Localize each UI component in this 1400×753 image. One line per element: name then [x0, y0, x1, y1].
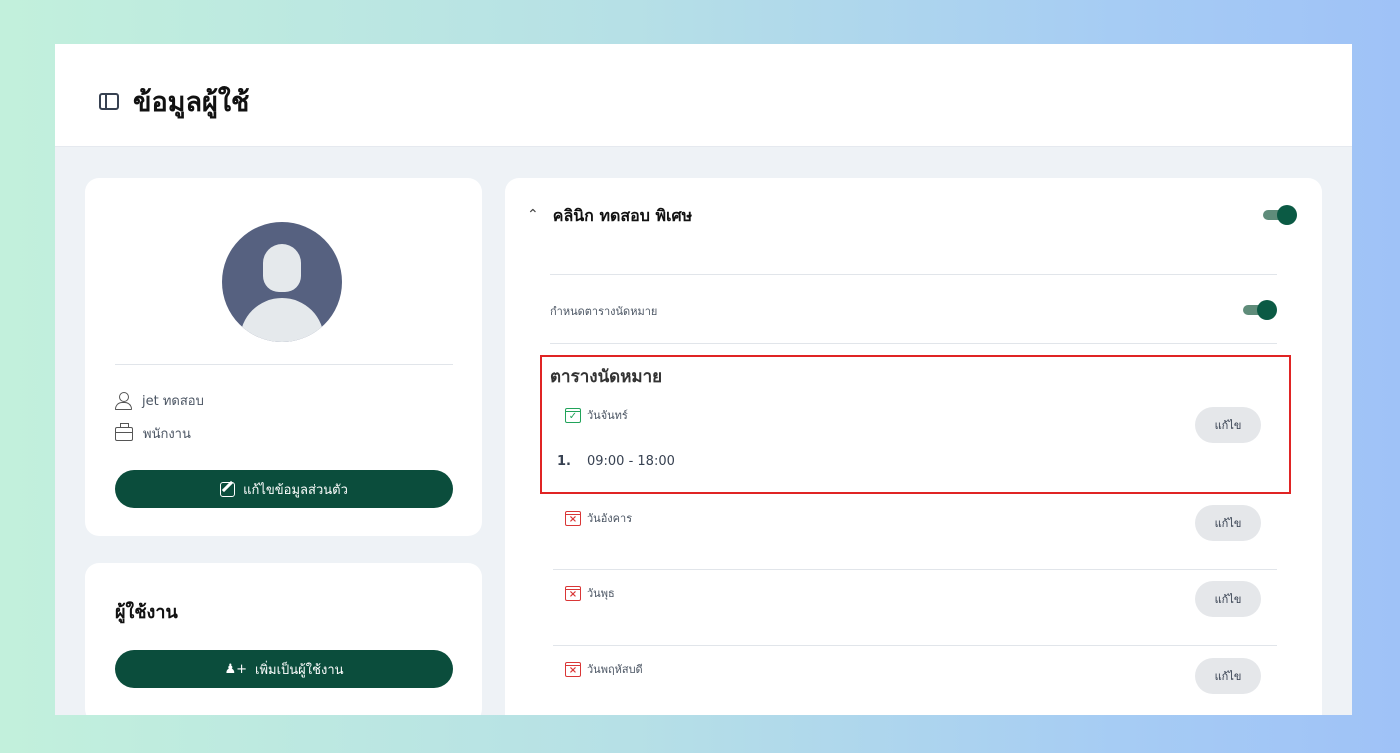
profile-divider [115, 364, 453, 365]
profile-card: jet ทดสอบ พนักงาน แก้ไขข้อมูลส่วนตัว [85, 178, 482, 536]
calendar-x-icon: × [565, 661, 581, 677]
add-user-icon: ♟+ [224, 661, 248, 677]
schedule-toggle[interactable] [1243, 300, 1277, 320]
add-user-button[interactable]: ♟+ เพิ่มเป็นผู้ใช้งาน [115, 650, 453, 688]
sidebar-icon[interactable] [99, 93, 119, 110]
edit-monday-button[interactable]: แก้ไข [1195, 407, 1261, 443]
day-divider [553, 569, 1277, 570]
users-title: ผู้ใช้งาน [115, 602, 178, 623]
day-label: วันพฤหัสบดี [587, 663, 643, 676]
briefcase-icon [115, 422, 133, 441]
day-label: วันอังคาร [587, 512, 633, 525]
profile-role-row: พนักงาน [115, 422, 191, 444]
clinic-name: คลินิก ทดสอบ พิเศษ [552, 206, 693, 225]
day-row-tuesday: × วันอังคาร [565, 509, 632, 527]
add-user-label: เพิ่มเป็นผู้ใช้งาน [255, 662, 344, 678]
time-slot-index: 1. [557, 454, 571, 469]
calendar-x-icon: × [565, 510, 581, 526]
page-title-area: ข้อมูลผู้ใช้ [99, 80, 249, 123]
users-card: ผู้ใช้งาน ♟+ เพิ่มเป็นผู้ใช้งาน [85, 563, 482, 715]
page-title: ข้อมูลผู้ใช้ [133, 87, 250, 118]
clinic-toggle[interactable] [1263, 205, 1297, 225]
calendar-check-icon: ✓ [565, 407, 581, 423]
time-slot: 1. 09:00 - 18:00 [557, 454, 675, 469]
top-bar: ข้อมูลผู้ใช้ [55, 44, 1352, 147]
clinic-header[interactable]: ⌃ คลินิก ทดสอบ พิเศษ [527, 204, 692, 229]
person-icon [115, 392, 132, 410]
app-window: ข้อมูลผู้ใช้ jet ทดสอบ พนักงาน แก้ไขข้อม… [55, 44, 1352, 715]
schedule-setting-label: กำหนดตารางนัดหมาย [550, 305, 658, 318]
edit-icon [220, 481, 236, 497]
time-slot-range: 09:00 - 18:00 [586, 454, 675, 469]
clinic-card: ⌃ คลินิก ทดสอบ พิเศษ กำหนดตารางนัดหมาย ต… [505, 178, 1322, 715]
edit-thursday-button[interactable]: แก้ไข [1195, 658, 1261, 694]
edit-tuesday-button[interactable]: แก้ไข [1195, 505, 1261, 541]
schedule-divider [550, 343, 1277, 344]
avatar [222, 222, 342, 342]
day-divider [553, 645, 1277, 646]
profile-name: jet ทดสอบ [142, 394, 204, 409]
day-row-wednesday: × วันพุธ [565, 584, 615, 602]
edit-profile-button[interactable]: แก้ไขข้อมูลส่วนตัว [115, 470, 453, 508]
chevron-up-icon[interactable]: ⌃ [527, 207, 539, 223]
day-row-monday: ✓ วันจันทร์ [565, 406, 628, 424]
schedule-title: ตารางนัดหมาย [550, 367, 663, 387]
edit-profile-label: แก้ไขข้อมูลส่วนตัว [243, 482, 348, 498]
day-label: วันพุธ [587, 587, 615, 600]
calendar-x-icon: × [565, 585, 581, 601]
day-row-thursday: × วันพฤหัสบดี [565, 660, 643, 678]
clinic-divider [550, 274, 1277, 275]
day-label: วันจันทร์ [587, 409, 628, 422]
edit-wednesday-button[interactable]: แก้ไข [1195, 581, 1261, 617]
profile-name-row: jet ทดสอบ [115, 390, 204, 411]
profile-role: พนักงาน [143, 427, 191, 442]
